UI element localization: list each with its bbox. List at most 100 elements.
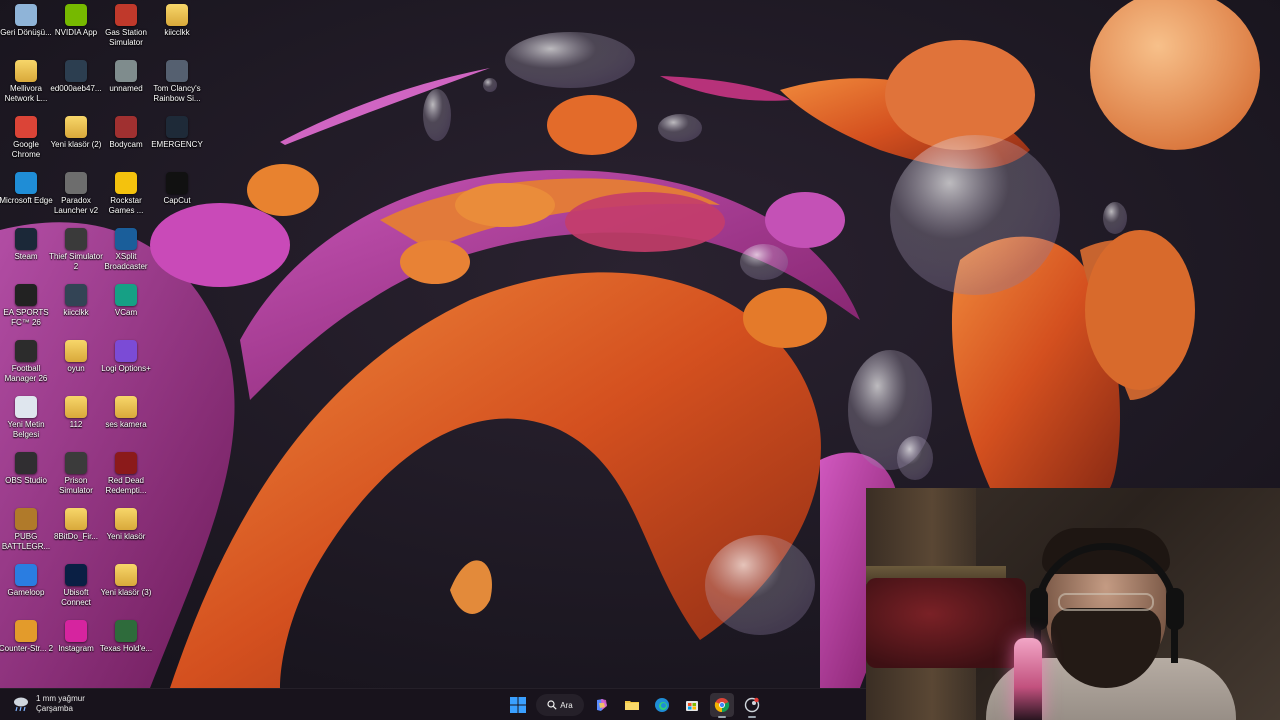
rain-cloud-icon xyxy=(12,695,30,713)
desktop-shortcut[interactable]: Bodycam xyxy=(100,116,152,170)
desktop-shortcut[interactable]: XSplit Broadcaster xyxy=(100,228,152,282)
cs2-icon xyxy=(15,620,37,642)
steam-button[interactable] xyxy=(740,693,764,718)
desktop-shortcut[interactable]: VCam xyxy=(100,284,152,338)
desktop-shortcut[interactable]: Yeni klasör xyxy=(100,508,152,562)
desktop-shortcut-label: Microsoft Edge xyxy=(0,196,53,205)
folder-icon xyxy=(65,116,87,138)
desktop-shortcut-label: OBS Studio xyxy=(5,476,47,485)
desktop-shortcut-label: Gameloop xyxy=(7,588,45,597)
paradox-icon xyxy=(65,172,87,194)
desktop-shortcut-label: VCam xyxy=(114,308,138,317)
desktop-shortcut[interactable]: kiicclkk xyxy=(151,4,203,58)
desktop-shortcut-label: Red Dead Redempti... xyxy=(105,476,147,495)
desktop-shortcut[interactable]: Gameloop xyxy=(0,564,52,618)
desktop-shortcut-label: Yeni klasör (3) xyxy=(100,588,152,597)
edge-button[interactable] xyxy=(650,693,674,717)
desktop-shortcut-label: Instagram xyxy=(58,644,94,653)
desktop-shortcut-label: Thief Simulator 2 xyxy=(49,252,103,271)
desktop-shortcut[interactable]: Geri Dönüşü... xyxy=(0,4,52,58)
football-manager-icon xyxy=(15,340,37,362)
rainbow-six-icon xyxy=(166,60,188,82)
desktop-shortcut[interactable]: Yeni klasör (3) xyxy=(100,564,152,618)
desktop-shortcut[interactable]: EMERGENCY xyxy=(151,116,203,170)
desktop-shortcut[interactable]: EA SPORTS FC™ 26 xyxy=(0,284,52,338)
copilot-button[interactable] xyxy=(590,693,614,717)
desktop-shortcut-label: Paradox Launcher v2 xyxy=(53,196,99,215)
desktop-shortcut[interactable]: Logi Options+ xyxy=(100,340,152,394)
windows-icon xyxy=(510,697,526,713)
desktop-shortcut-label: unnamed xyxy=(109,84,143,93)
ea-fc-icon xyxy=(15,284,37,306)
desktop-shortcut[interactable]: Red Dead Redempti... xyxy=(100,452,152,506)
desktop-shortcut[interactable]: Google Chrome xyxy=(0,116,52,170)
desktop-shortcut[interactable]: kiicclkk xyxy=(50,284,102,338)
image-file-icon xyxy=(65,284,87,306)
chrome-button[interactable] xyxy=(710,693,734,718)
desktop-shortcut[interactable]: Football Manager 26 xyxy=(0,340,52,394)
xsplit-icon xyxy=(115,228,137,250)
steam-icon xyxy=(15,228,37,250)
desktop-shortcut[interactable]: Rockstar Games ... xyxy=(100,172,152,226)
desktop-shortcut[interactable]: Microsoft Edge xyxy=(0,172,53,226)
edge-icon xyxy=(655,698,669,712)
store-button[interactable] xyxy=(680,693,704,717)
desktop-shortcut[interactable]: Steam xyxy=(0,228,52,282)
desktop-shortcut-label: ed000aeb47... xyxy=(50,84,102,93)
bodycam-icon xyxy=(115,116,137,138)
desktop-shortcut-label: Gas Station Simulator xyxy=(105,28,147,47)
desktop-shortcut[interactable]: CapCut xyxy=(151,172,203,226)
desktop-shortcut-label: kiicclkk xyxy=(164,28,190,37)
desktop-shortcut-label: Geri Dönüşü... xyxy=(0,28,52,37)
desktop-shortcut[interactable]: unnamed xyxy=(100,60,152,114)
desktop-shortcut-label: Mellivora Network L... xyxy=(4,84,48,103)
desktop-shortcut[interactable]: Gas Station Simulator xyxy=(100,4,152,58)
desktop-shortcut-label: Bodycam xyxy=(109,140,143,149)
desktop-shortcut[interactable]: NVIDIA App xyxy=(50,4,102,58)
prison-sim-icon xyxy=(65,452,87,474)
rockstar-icon xyxy=(115,172,137,194)
desktop-shortcut[interactable]: Counter-Str... 2 xyxy=(0,620,53,674)
desktop-shortcut-label: XSplit Broadcaster xyxy=(104,252,148,271)
desktop-shortcut[interactable]: Ubisoft Connect xyxy=(50,564,102,618)
desktop-shortcut-label: Ubisoft Connect xyxy=(61,588,91,607)
desktop-shortcut[interactable]: Prison Simulator xyxy=(50,452,102,506)
chrome-icon xyxy=(15,116,37,138)
desktop-shortcut-label: EA SPORTS FC™ 26 xyxy=(3,308,49,327)
desktop-shortcut[interactable]: OBS Studio xyxy=(0,452,52,506)
desktop-shortcut[interactable]: PUBG BATTLEGR... xyxy=(0,508,52,562)
desktop-shortcut[interactable]: Thief Simulator 2 xyxy=(49,228,103,282)
desktop-shortcut-label: Tom Clancy's Rainbow Si... xyxy=(153,84,201,103)
obs-icon xyxy=(15,452,37,474)
webcam-overlay xyxy=(866,488,1280,720)
desktop-shortcut[interactable]: Texas Hold'e... xyxy=(100,620,152,674)
desktop-shortcut[interactable]: Instagram xyxy=(50,620,102,674)
desktop-shortcut[interactable]: ses kamera xyxy=(100,396,152,450)
folder-icon xyxy=(115,564,137,586)
steam-like-icon xyxy=(744,697,760,713)
desktop-shortcut-label: Google Chrome xyxy=(11,140,41,159)
image-file-icon xyxy=(115,60,137,82)
desktop-shortcut[interactable]: Mellivora Network L... xyxy=(0,60,52,114)
capcut-icon xyxy=(166,172,188,194)
desktop-shortcut[interactable]: 112 xyxy=(50,396,102,450)
desktop-shortcut-label: oyun xyxy=(67,364,85,373)
desktop-shortcut[interactable]: Yeni klasör (2) xyxy=(50,116,102,170)
desktop-shortcut[interactable]: Tom Clancy's Rainbow Si... xyxy=(151,60,203,114)
desktop-shortcut[interactable]: Paradox Launcher v2 xyxy=(50,172,102,226)
search-button[interactable]: Ara xyxy=(536,694,584,716)
taskbar-center: Ara xyxy=(506,693,764,718)
desktop-shortcut[interactable]: Yeni Metin Belgesi xyxy=(0,396,52,450)
desktop-shortcut[interactable]: 8BitDo_Fir... xyxy=(50,508,102,562)
recycle-bin-icon xyxy=(15,4,37,26)
desktop-shortcut[interactable]: ed000aeb47... xyxy=(50,60,102,114)
nvidia-icon xyxy=(65,4,87,26)
weather-summary: 1 mm yağmur xyxy=(36,694,85,703)
weather-widget[interactable]: 1 mm yağmur Çarşamba xyxy=(12,694,85,714)
file-explorer-button[interactable] xyxy=(620,693,644,717)
start-button[interactable] xyxy=(506,693,530,717)
folder-icon xyxy=(115,508,137,530)
desktop-shortcut[interactable]: oyun xyxy=(50,340,102,394)
logi-icon xyxy=(115,340,137,362)
pubg-icon xyxy=(15,508,37,530)
